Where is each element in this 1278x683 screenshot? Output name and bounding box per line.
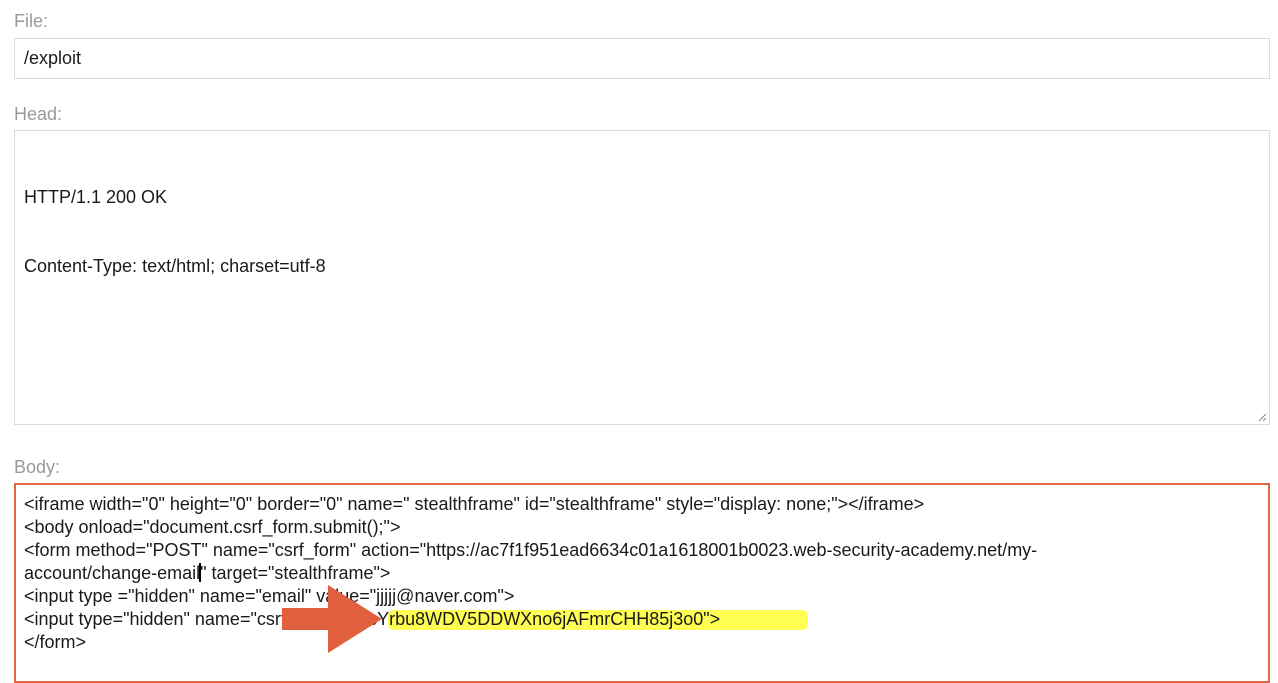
body-line: account/change-email" target="stealthfra… [24, 563, 391, 583]
resize-grip-icon[interactable] [1257, 412, 1267, 422]
body-textarea[interactable]: <iframe width="0" height="0" border="0" … [14, 483, 1270, 683]
body-line: <iframe width="0" height="0" border="0" … [24, 494, 925, 514]
body-line: <input type ="hidden" name="email" value… [24, 586, 515, 606]
file-input[interactable]: /exploit [14, 38, 1270, 79]
head-line: HTTP/1.1 200 OK [24, 187, 168, 207]
right-arrow-icon [282, 585, 382, 653]
head-label: Head: [14, 104, 63, 124]
body-line: <form method="POST" name="csrf_form" act… [24, 540, 1038, 560]
head-textarea[interactable]: HTTP/1.1 200 OK Content-Type: text/html;… [14, 130, 1270, 425]
head-line: Content-Type: text/html; charset=utf-8 [24, 256, 326, 276]
file-label: File: [14, 11, 49, 31]
body-line-csrf: <input type="hidden" name="csrf" value="… [24, 608, 1259, 631]
body-label: Body: [14, 457, 61, 477]
body-line: <body onload="document.csrf_form.submit(… [24, 517, 401, 537]
body-line: </form> [24, 632, 87, 652]
